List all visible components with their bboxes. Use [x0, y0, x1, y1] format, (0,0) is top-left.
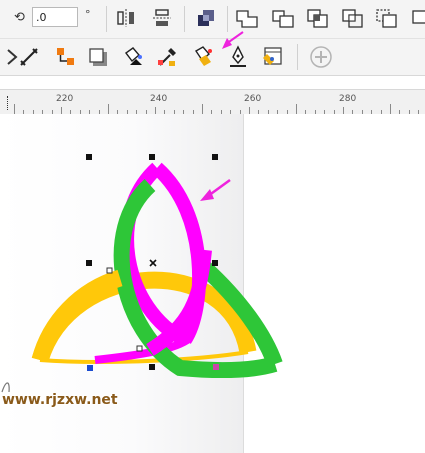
magenta-front-segment [146, 249, 212, 356]
artwork-layer [1, 31, 283, 393]
watermark-text: www.rjzxw.net [2, 392, 118, 408]
selection-handle[interactable] [149, 364, 155, 370]
node-handle[interactable] [213, 364, 219, 370]
selection-handle[interactable] [86, 260, 92, 266]
selection-handle[interactable] [212, 260, 218, 266]
annotation-arrow-icon [222, 31, 244, 49]
selection-handle[interactable] [212, 154, 218, 160]
yellow-front-segment [31, 269, 123, 363]
selection-handle[interactable] [149, 154, 155, 160]
selection-handle[interactable] [86, 154, 92, 160]
rotation-center-icon[interactable] [149, 259, 157, 267]
watermark-logo-icon [1, 382, 10, 393]
node-handle[interactable] [106, 267, 113, 274]
node-handle[interactable] [87, 365, 93, 371]
node-handle[interactable] [136, 345, 143, 352]
annotation-arrow-icon [200, 178, 231, 201]
